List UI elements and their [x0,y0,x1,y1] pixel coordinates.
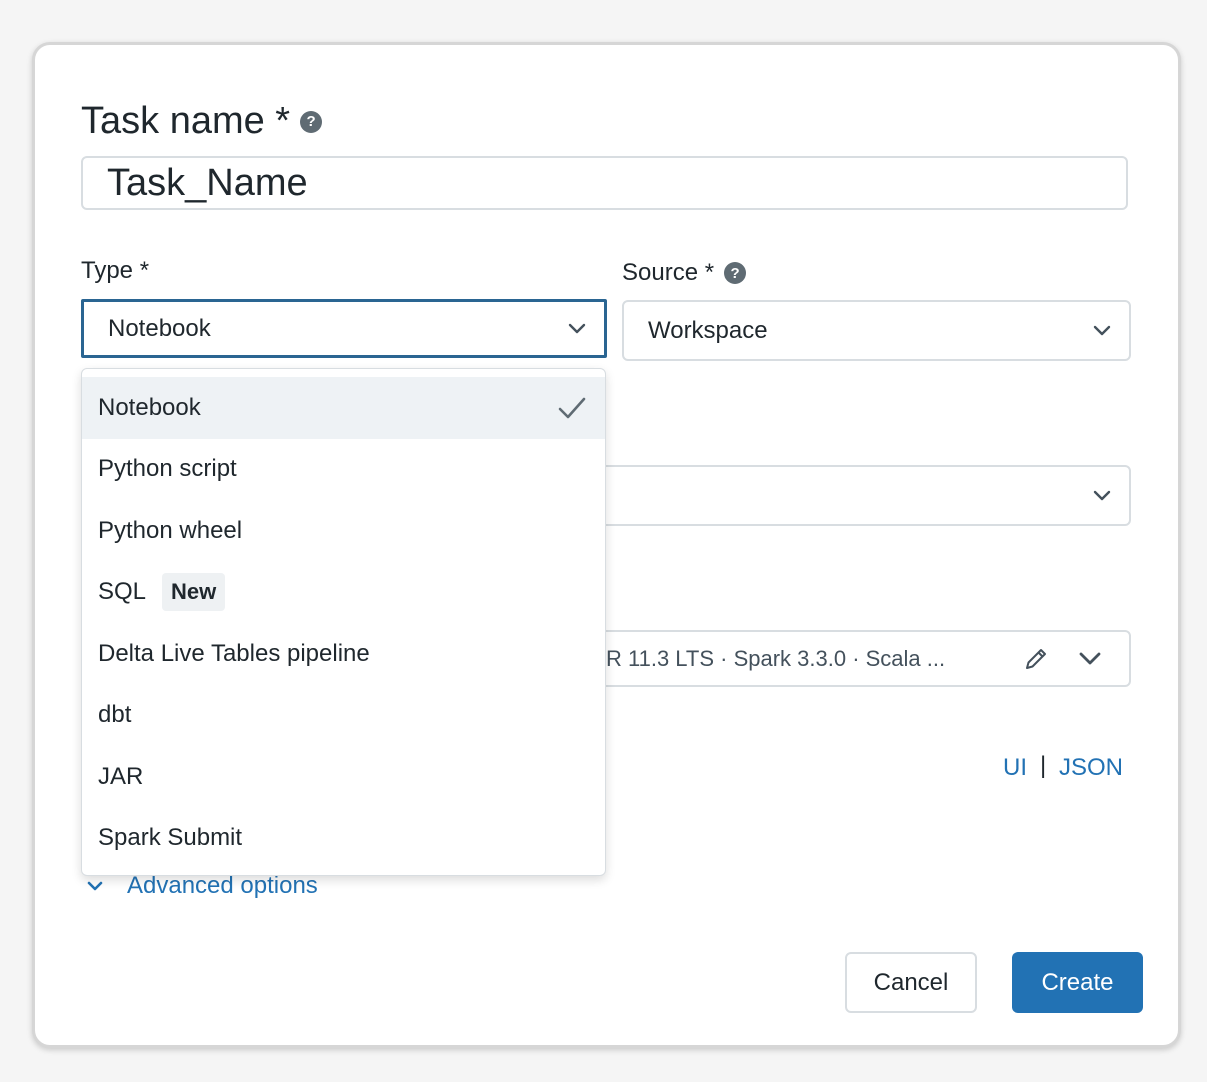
advanced-options-toggle[interactable]: Advanced options [86,872,318,900]
json-toggle-link[interactable]: JSON [1059,754,1123,782]
task-name-label-text: Task name * [81,100,291,142]
toggle-separator: | [1040,752,1047,779]
cluster-summary: R 11.3 LTS · Spark 3.3.0 · Scala ... [606,645,946,671]
advanced-options-label: Advanced options [127,872,318,899]
type-label: Type * [81,257,149,285]
menu-item-python-script[interactable]: Python script [82,439,605,501]
new-badge: New [162,573,226,612]
chevron-down-icon [1093,325,1111,335]
source-label: Source * ? [622,259,747,287]
menu-item-label: Notebook [98,393,201,421]
menu-item-sql[interactable]: SQL New [82,562,605,624]
source-select[interactable]: Workspace [622,300,1131,361]
help-icon[interactable]: ? [300,110,323,133]
menu-item-label: Python wheel [98,516,243,544]
task-name-label: Task name * ? [81,100,323,143]
path-select[interactable] [560,465,1131,526]
cluster-select[interactable]: R 11.3 LTS · Spark 3.3.0 · Scala ... [560,630,1131,687]
chevron-down-icon [1093,490,1111,500]
chevron-down-icon [568,323,586,333]
menu-item-python-wheel[interactable]: Python wheel [82,500,605,562]
menu-item-label: Delta Live Tables pipeline [98,639,370,667]
menu-item-label: Spark Submit [98,824,243,852]
source-select-value: Workspace [648,316,768,344]
type-label-text: Type * [81,257,150,284]
ui-toggle-link[interactable]: UI [1003,754,1027,782]
menu-item-delta-live-tables[interactable]: Delta Live Tables pipeline [82,623,605,685]
cancel-button[interactable]: Cancel [845,952,977,1013]
menu-item-jar[interactable]: JAR [82,746,605,808]
menu-item-label: dbt [98,701,132,729]
pencil-icon[interactable] [1023,646,1049,672]
type-select[interactable]: Notebook [81,299,607,358]
help-icon[interactable]: ? [724,262,747,284]
type-dropdown-menu: Notebook Python script Python wheel SQL … [81,368,606,876]
menu-item-dbt[interactable]: dbt [82,685,605,747]
task-name-input[interactable]: Task_Name [81,156,1128,210]
check-icon [558,397,586,419]
menu-item-label: Python script [98,455,237,483]
menu-item-notebook[interactable]: Notebook [82,377,605,439]
source-label-text: Source * [622,259,715,286]
create-button[interactable]: Create [1012,952,1143,1013]
chevron-down-icon [87,881,103,891]
menu-item-label: SQL [98,578,147,606]
chevron-down-icon[interactable] [1079,652,1101,666]
menu-item-spark-submit[interactable]: Spark Submit [82,808,605,870]
type-select-value: Notebook [108,314,211,342]
menu-item-label: JAR [98,762,144,790]
